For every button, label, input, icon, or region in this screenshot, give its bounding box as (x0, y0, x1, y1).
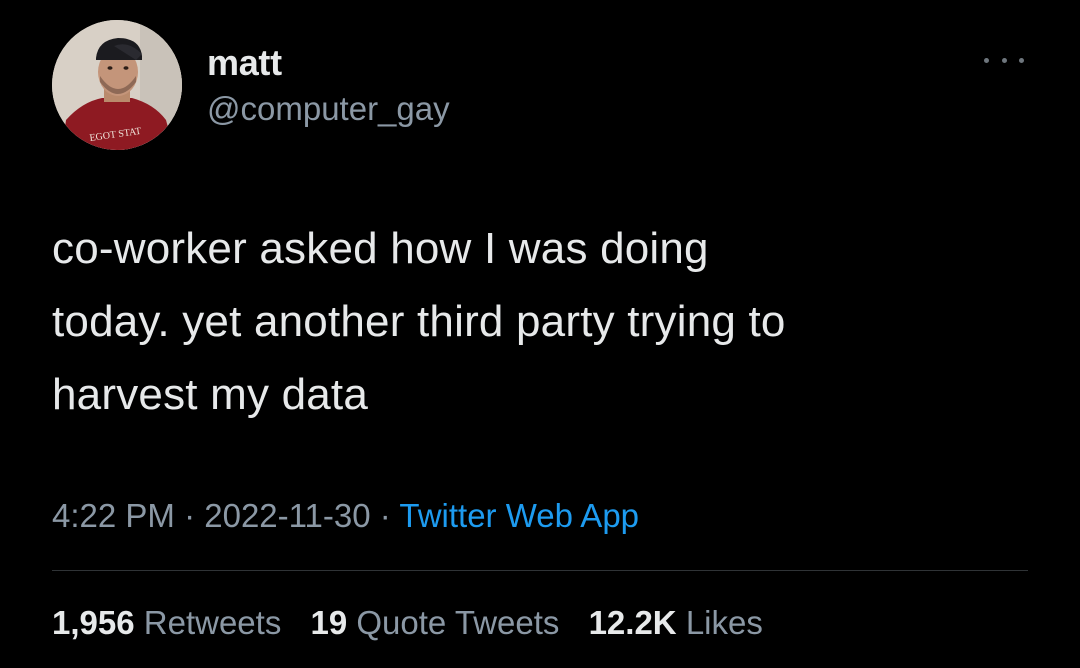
likes-count: 12.2K (588, 604, 677, 641)
separator: · (379, 497, 391, 534)
engagement-stats: 1,956 Retweets 19 Quote Tweets 12.2K Lik… (52, 601, 783, 645)
tweet-text: co-worker asked how I was doing today. y… (52, 224, 786, 419)
quote-tweets-label: Quote Tweets (356, 604, 560, 641)
dot (1019, 57, 1024, 63)
tweet-card: EGOT STAT matt @computer_gay co-worker a… (0, 0, 1080, 668)
tweet-source-link[interactable]: Twitter Web App (399, 497, 639, 534)
avatar-image: EGOT STAT (52, 20, 182, 150)
tweet-date[interactable]: 2022-11-30 (204, 497, 370, 534)
avatar[interactable]: EGOT STAT (52, 20, 182, 150)
author-names: matt @computer_gay (207, 42, 450, 130)
username-handle[interactable]: @computer_gay (207, 88, 450, 130)
tweet-metadata: 4:22 PM · 2022-11-30 · Twitter Web App (52, 494, 639, 538)
quote-tweets-stat[interactable]: 19 Quote Tweets (311, 604, 560, 641)
more-options-icon[interactable] (984, 54, 1024, 66)
tweet-time[interactable]: 4:22 PM (52, 497, 175, 534)
likes-label: Likes (685, 604, 763, 641)
display-name[interactable]: matt (207, 42, 450, 84)
retweets-count: 1,956 (52, 604, 135, 641)
dot (1001, 57, 1007, 63)
dot (984, 57, 989, 63)
quote-tweets-count: 19 (310, 604, 348, 641)
tweet-header: EGOT STAT matt @computer_gay (52, 20, 1032, 150)
separator: · (184, 497, 196, 534)
retweets-label: Retweets (143, 604, 282, 641)
likes-stat[interactable]: 12.2K Likes (589, 604, 763, 641)
retweets-stat[interactable]: 1,956 Retweets (52, 604, 281, 641)
divider (52, 570, 1028, 571)
